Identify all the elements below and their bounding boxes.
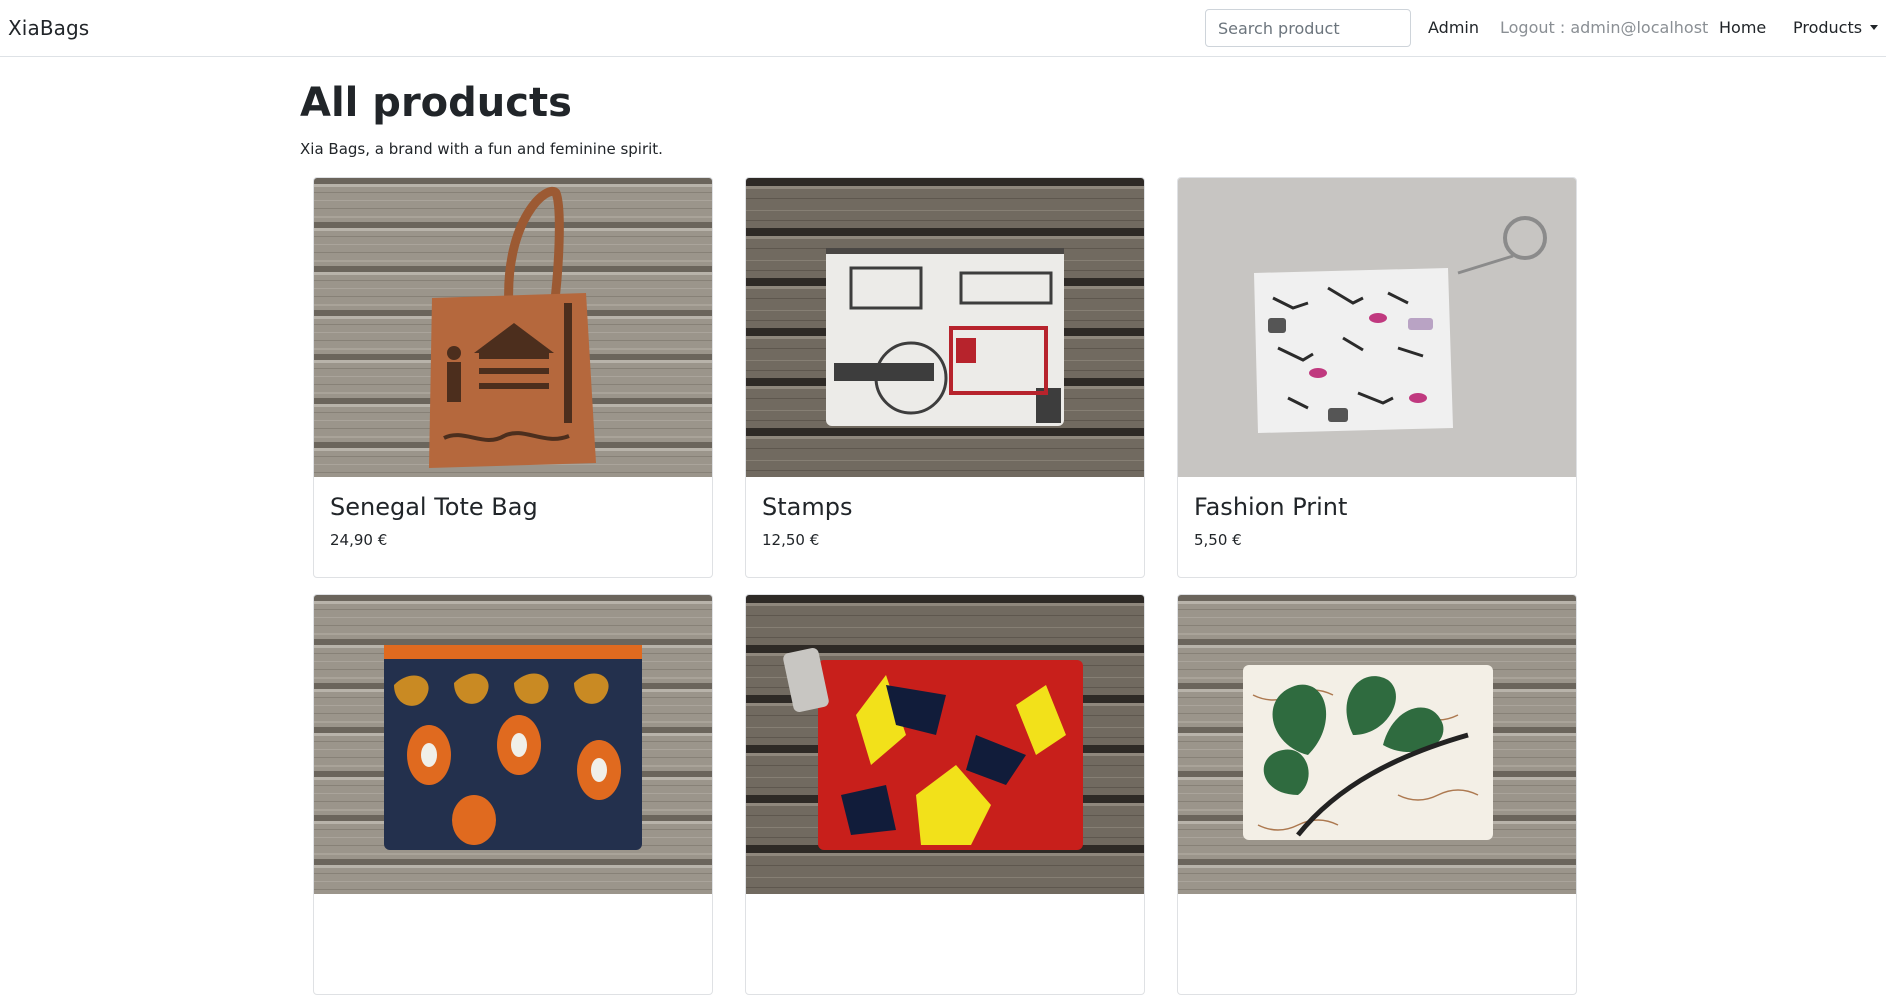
nav-admin-link[interactable]: Admin <box>1428 18 1479 37</box>
product-card[interactable]: Fashion Print 5,50 € <box>1177 177 1577 578</box>
product-price: 5,50 € <box>1194 531 1242 549</box>
product-price: 12,50 € <box>762 531 820 549</box>
product-card[interactable]: Stamps 12,50 € <box>745 177 1145 578</box>
search-product-input[interactable] <box>1205 9 1411 47</box>
nav-logout-link[interactable]: Logout : admin@localhost <box>1500 18 1708 37</box>
product-image[interactable] <box>314 178 712 477</box>
product-price: 24,90 € <box>330 531 388 549</box>
product-image[interactable] <box>746 595 1144 894</box>
top-navbar: XiaBags Admin Logout : admin@localhost H… <box>0 0 1886 57</box>
page-subtitle: Xia Bags, a brand with a fun and feminin… <box>300 140 663 158</box>
product-image[interactable] <box>1178 178 1576 477</box>
product-card[interactable] <box>745 594 1145 995</box>
nav-products-label: Products <box>1793 18 1863 37</box>
nav-home-link[interactable]: Home <box>1719 18 1766 37</box>
chevron-down-icon <box>1870 25 1879 30</box>
product-card[interactable] <box>313 594 713 995</box>
brand-logo-link[interactable]: XiaBags <box>8 16 89 40</box>
product-image[interactable] <box>1178 595 1576 894</box>
page-title: All products <box>300 80 572 126</box>
nav-products-dropdown[interactable]: Products <box>1793 18 1879 37</box>
product-image[interactable] <box>746 178 1144 477</box>
product-image[interactable] <box>314 595 712 894</box>
product-card[interactable] <box>1177 594 1577 995</box>
product-name[interactable]: Fashion Print <box>1194 493 1560 521</box>
product-name[interactable]: Stamps <box>762 493 1128 521</box>
product-card[interactable]: Senegal Tote Bag 24,90 € <box>313 177 713 578</box>
product-name[interactable]: Senegal Tote Bag <box>330 493 696 521</box>
